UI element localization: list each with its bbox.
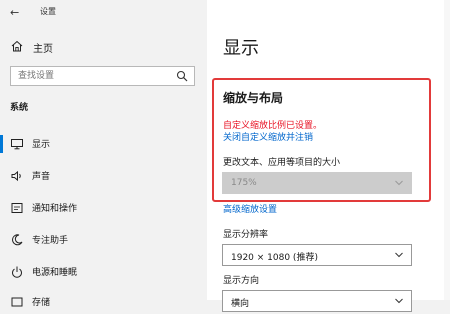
sidebar-item-display[interactable]: 显示	[0, 132, 207, 156]
scale-dropdown[interactable]: 175%	[222, 172, 412, 194]
sidebar-item-storage[interactable]: 存储	[0, 290, 207, 314]
resolution-dropdown-value: 1920 × 1080 (推荐)	[231, 253, 318, 263]
sidebar-item-label: 专注助手	[32, 236, 69, 246]
sidebar-item-label: 显示	[32, 140, 51, 150]
page-title: 显示	[223, 38, 259, 59]
orientation-dropdown-value: 横向	[231, 299, 250, 309]
monitor-icon	[11, 139, 23, 150]
sidebar-item-sound[interactable]: 声音	[0, 164, 207, 188]
orientation-label: 显示方向	[223, 276, 260, 286]
moon-icon	[12, 234, 23, 246]
app-title: 设置	[40, 7, 56, 16]
speaker-icon	[11, 170, 21, 182]
main-content: 显示 缩放与布局 自定义缩放比例已设置。 关闭自定义缩放并注销 更改文本、应用等…	[207, 0, 450, 312]
back-arrow-icon[interactable]: ←	[10, 6, 19, 19]
scale-section-title: 缩放与布局	[223, 91, 284, 105]
chevron-down-icon	[395, 252, 403, 258]
power-icon	[12, 266, 22, 278]
title-bar: ← 设置	[0, 0, 207, 24]
notification-icon	[11, 203, 23, 213]
storage-icon	[11, 297, 23, 307]
turn-off-custom-scaling-link[interactable]: 关闭自定义缩放并注销	[223, 130, 313, 143]
sidebar-item-power-sleep[interactable]: 电源和睡眠	[0, 260, 207, 284]
home-label: 主页	[33, 44, 53, 55]
sidebar-item-label: 通知和操作	[32, 204, 78, 214]
resolution-label: 显示分辨率	[223, 230, 269, 240]
home-icon	[11, 40, 23, 52]
search-input[interactable]	[11, 67, 178, 85]
sidebar-item-label: 存储	[32, 298, 51, 308]
sidebar: ← 设置 主页 系统 显示 声音	[0, 0, 207, 308]
scrollbar-track[interactable]	[444, 0, 450, 300]
resolution-dropdown[interactable]: 1920 × 1080 (推荐)	[222, 244, 412, 266]
chevron-down-icon	[395, 180, 403, 186]
sidebar-item-label: 电源和睡眠	[32, 268, 78, 278]
sidebar-item-home[interactable]: 主页	[0, 36, 207, 58]
section-header-system: 系统	[10, 103, 29, 113]
sidebar-item-focus-assist[interactable]: 专注助手	[0, 228, 207, 252]
orientation-dropdown[interactable]: 横向	[222, 290, 412, 312]
advanced-scaling-link[interactable]: 高级缩放设置	[223, 202, 277, 215]
search-icon[interactable]	[176, 70, 188, 82]
sidebar-item-notifications[interactable]: 通知和操作	[0, 196, 207, 220]
chevron-down-icon	[395, 298, 403, 304]
scale-label: 更改文本、应用等项目的大小	[223, 158, 341, 168]
search-box[interactable]	[10, 66, 195, 86]
sidebar-item-label: 声音	[32, 172, 51, 182]
scale-dropdown-value: 175%	[231, 178, 257, 188]
